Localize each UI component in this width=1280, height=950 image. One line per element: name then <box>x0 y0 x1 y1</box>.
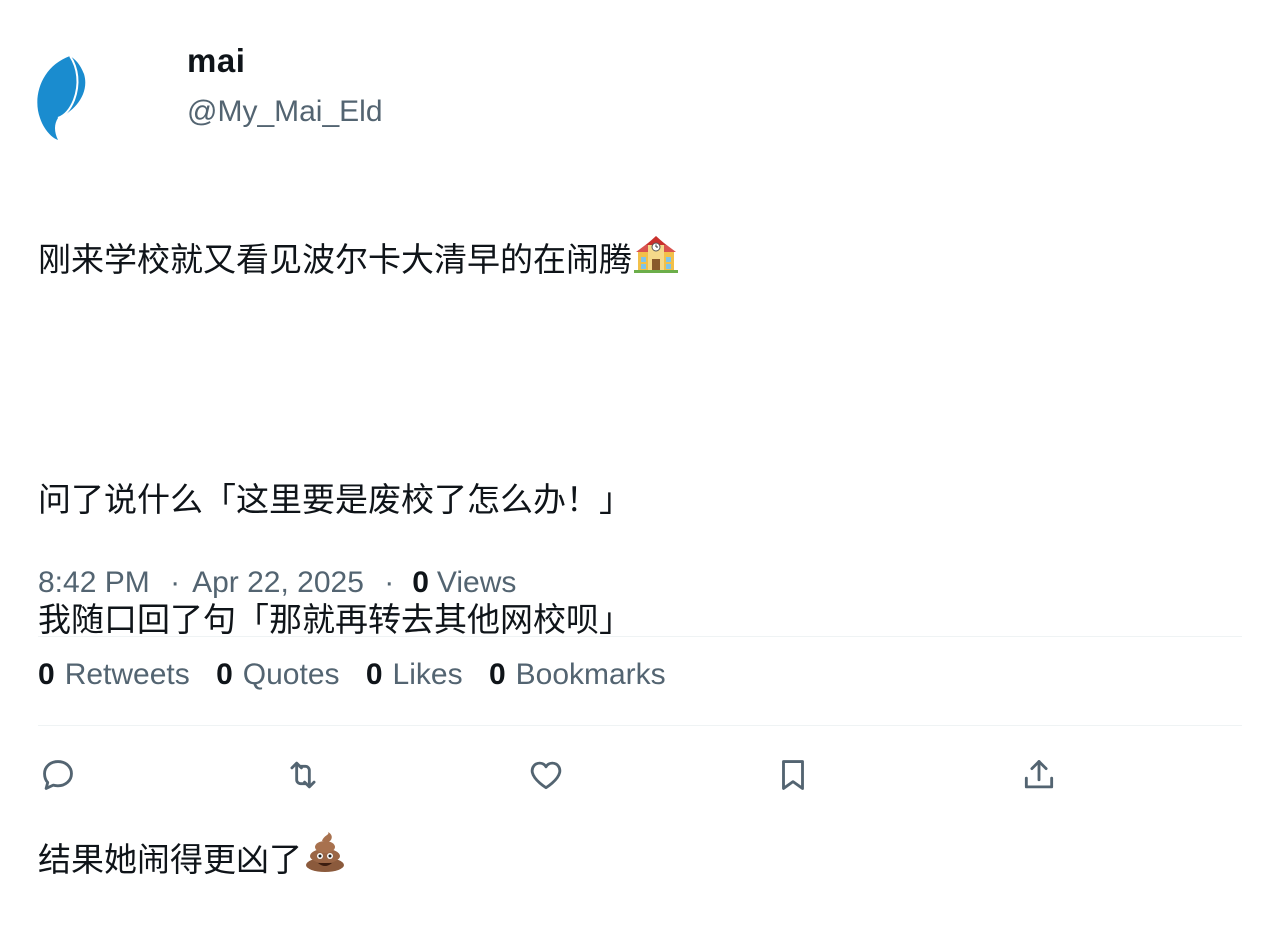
blue-leaf-avatar-icon <box>37 55 86 140</box>
share-icon <box>1024 760 1054 789</box>
bookmarks-stat[interactable]: 0 Bookmarks <box>489 658 666 692</box>
retweets-count: 0 <box>38 658 55 691</box>
retweets-label: Retweets <box>64 658 190 691</box>
quotes-label: Quotes <box>242 658 340 691</box>
likes-stat[interactable]: 0 Likes <box>366 658 463 692</box>
reply-button[interactable] <box>35 752 81 798</box>
tweet-text: 刚来学校就又看见波尔卡大清早的在闹腾 问了说什么「这里要是废校了怎么办！」 我随… <box>38 170 1238 950</box>
like-button[interactable] <box>523 752 569 798</box>
display-name[interactable]: mai <box>187 42 245 80</box>
retweets-stat[interactable]: 0 Retweets <box>38 658 190 692</box>
reply-icon <box>43 760 73 790</box>
likes-label: Likes <box>392 658 463 691</box>
divider <box>38 636 1242 637</box>
bookmarks-count: 0 <box>488 658 506 691</box>
meta-separator: · <box>384 566 395 599</box>
school-emoji-icon <box>634 232 678 292</box>
meta-separator: · <box>170 566 181 599</box>
action-bar <box>0 752 1280 798</box>
retweet-icon <box>290 761 316 789</box>
share-button[interactable] <box>1016 752 1062 798</box>
tweet-line: 刚来学校就又看见波尔卡大清早的在闹腾 <box>38 230 1238 290</box>
tweet-date[interactable]: Apr 22, 2025 <box>192 566 364 599</box>
likes-count: 0 <box>365 658 383 691</box>
avatar[interactable] <box>30 52 94 142</box>
views-count: 0 <box>412 566 429 599</box>
quotes-stat[interactable]: 0 Quotes <box>216 658 339 692</box>
tweet-stats: 0 Retweets 0 Quotes 0 Likes 0 Bookmarks <box>38 658 684 692</box>
tweet-line: 结果她闹得更凶了 <box>38 830 1238 890</box>
tweet-line: 问了说什么「这里要是废校了怎么办！」 <box>38 470 1238 530</box>
tweet-line-text: 问了说什么「这里要是废校了怎么办！」 <box>38 480 632 519</box>
retweet-button[interactable] <box>280 752 326 798</box>
pile-of-poo-emoji-icon <box>304 831 346 892</box>
quotes-count: 0 <box>216 658 233 691</box>
bookmark-button[interactable] <box>770 752 816 798</box>
divider <box>38 725 1242 726</box>
tweet-line-text: 结果她闹得更凶了 <box>38 840 302 879</box>
views-label: Views <box>436 566 517 599</box>
tweet-line-text: 刚来学校就又看见波尔卡大清早的在闹腾 <box>38 240 632 279</box>
tweet-time[interactable]: 8:42 PM <box>38 566 150 599</box>
heart-icon <box>530 761 562 790</box>
bookmarks-label: Bookmarks <box>515 658 666 691</box>
user-handle[interactable]: @My_Mai_Eld <box>187 95 383 129</box>
tweet-detail: mai @My_Mai_Eld 刚来学校就又看见波尔卡大清早的在闹腾 问了说什么… <box>0 0 1280 879</box>
tweet-meta: 8:42 PM · Apr 22, 2025 · 0 Views <box>38 566 516 600</box>
tweet-line-text: 我随口回了句「那就再转去其他网校呗」 <box>38 600 632 639</box>
bookmark-icon <box>782 760 804 790</box>
